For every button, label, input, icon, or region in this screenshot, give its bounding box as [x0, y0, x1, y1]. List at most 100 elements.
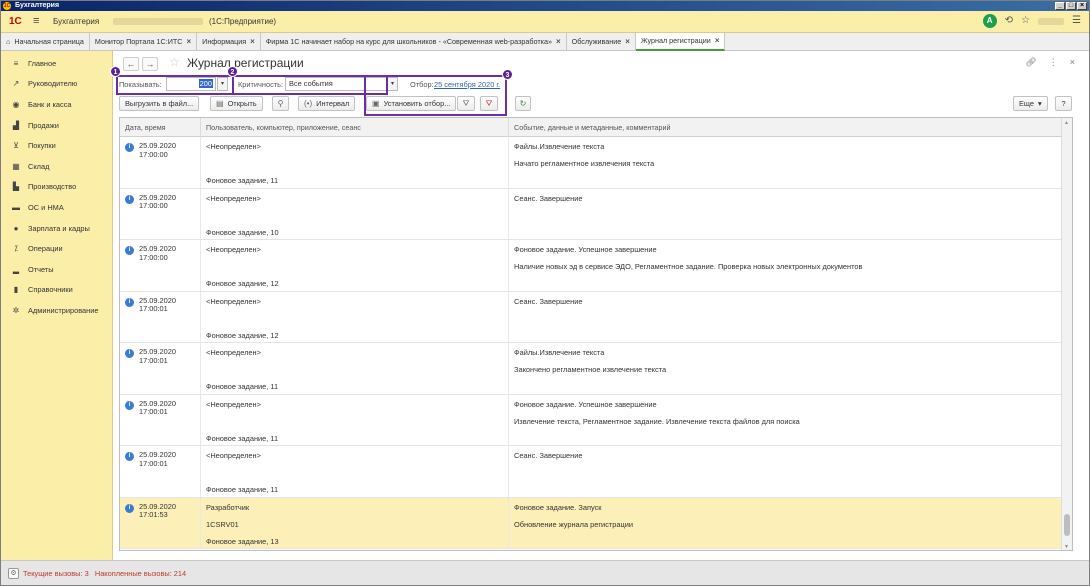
- tab-its-monitor[interactable]: Монитор Портала 1С:ИТС ×: [90, 33, 198, 51]
- sidebar-item-fixed-assets[interactable]: ▬ ОС и НМА: [1, 197, 112, 218]
- table-row[interactable]: i 25.09.2020 17:00:01 <Неопределен> Фонов…: [120, 394, 1062, 446]
- close-tab-icon[interactable]: ×: [625, 33, 630, 51]
- sidebar-item-payroll[interactable]: ● Зарплата и кадры: [1, 218, 112, 239]
- search-button[interactable]: ⚲: [272, 96, 289, 111]
- table-row[interactable]: i 25.09.2020 17:00:00 <Неопределен> Фонов…: [120, 137, 1062, 189]
- app-name: Бухгалтерия: [53, 17, 100, 26]
- row-session: Фоновое задание, 12: [206, 279, 279, 288]
- close-tab-icon[interactable]: ×: [186, 33, 191, 51]
- scroll-down-icon[interactable]: ▼: [1064, 544, 1069, 550]
- interval-button[interactable]: (•) Интервал: [298, 96, 356, 111]
- header-tools: A ⟲ ☆ ☰: [982, 14, 1081, 28]
- window-titlebar: 1C Бухгалтерия _ □ ×: [1, 1, 1089, 11]
- user-name-redacted[interactable]: [1038, 17, 1065, 25]
- notification-bell-icon[interactable]: A: [982, 14, 997, 28]
- page-title: Журнал регистрации: [187, 56, 304, 70]
- infobase-name-redacted: [113, 18, 203, 25]
- row-user: <Неопределен>: [206, 451, 261, 460]
- info-icon: i: [125, 143, 134, 152]
- minimize-button[interactable]: _: [1055, 2, 1065, 10]
- back-arrow-icon[interactable]: ←: [123, 57, 139, 71]
- table-row[interactable]: i 25.09.2020 17:00:00 <Неопределен> Фонов…: [120, 240, 1062, 292]
- tab-news[interactable]: Фирма 1С начинает набор на курс для школ…: [261, 33, 567, 51]
- sidebar-item-label: Главное: [28, 58, 57, 68]
- tab-maintenance[interactable]: Обслуживание ×: [567, 33, 636, 51]
- brand-logo: 1С: [9, 16, 22, 27]
- scroll-up-icon[interactable]: ▲: [1064, 120, 1069, 126]
- sidebar-item-operations[interactable]: ⁒ Операции: [1, 238, 112, 259]
- tab-label: Фирма 1С начинает набор на курс для школ…: [265, 37, 552, 46]
- tab-label: Журнал регистрации: [640, 36, 711, 45]
- window-controls: _ □ ×: [1055, 2, 1087, 10]
- row-event: Файлы.Извлечение текста: [514, 142, 605, 151]
- sidebar-item-catalogs[interactable]: ▮ Справочники: [1, 280, 112, 301]
- row-user: <Неопределен>: [206, 245, 261, 254]
- close-tab-icon[interactable]: ×: [556, 33, 561, 51]
- performance-icon[interactable]: ⚙: [8, 568, 19, 579]
- row-data: Начато регламентное извлечения текста: [514, 159, 655, 168]
- form-area: ← → ☆ Журнал регистрации 🔗︎ ⋮ × Показыва…: [110, 51, 1089, 560]
- filter-button[interactable]: ⛛: [457, 96, 475, 111]
- column-header-event[interactable]: Событие, данные и метаданные, комментари…: [509, 118, 1062, 137]
- link-icon[interactable]: 🔗︎: [1025, 57, 1036, 68]
- factory-icon: ▙: [12, 182, 20, 192]
- refresh-icon: ↻: [519, 99, 527, 108]
- row-datetime: 25.09.2020 17:01:53: [139, 501, 176, 519]
- sidebar-item-label: Администрирование: [28, 305, 99, 315]
- truck-icon: ▬: [12, 202, 20, 212]
- set-filter-button-label: Установить отбор...: [383, 99, 451, 108]
- sidebar-item-director[interactable]: ↗ Руководителю: [1, 74, 112, 95]
- close-tab-icon[interactable]: ×: [715, 32, 720, 50]
- settings-menu-icon[interactable]: ☰: [1072, 14, 1081, 28]
- forward-arrow-icon[interactable]: →: [142, 57, 158, 71]
- filter-form-icon: ▣: [372, 99, 380, 108]
- sidebar-item-sales[interactable]: ▟ Продажи: [1, 115, 112, 136]
- export-button[interactable]: Выгрузить в файл...: [119, 96, 200, 111]
- row-user: <Неопределен>: [206, 193, 261, 203]
- clear-filter-button[interactable]: ⛛: [480, 96, 498, 111]
- tab-label: Информация: [202, 37, 247, 46]
- open-button[interactable]: ▤ Открыть: [210, 96, 263, 111]
- close-window-button[interactable]: ×: [1077, 2, 1087, 10]
- table-row-selected[interactable]: i 25.09.2020 17:01:53 Разработчик 1CSRV01…: [120, 497, 1062, 549]
- refresh-button[interactable]: ↻: [515, 96, 531, 111]
- favorite-star-icon[interactable]: ☆: [169, 55, 180, 69]
- scrollbar-thumb[interactable]: [1064, 514, 1070, 536]
- sidebar-item-administration[interactable]: ✲ Администрирование: [1, 300, 112, 321]
- more-button[interactable]: Еще ▾: [1013, 96, 1048, 111]
- maximize-button[interactable]: □: [1066, 2, 1076, 10]
- callout-number-1: 1: [110, 66, 121, 77]
- row-datetime: 25.09.2020 17:00:00: [139, 192, 176, 210]
- sidebar-item-reports[interactable]: ▂ Отчеты: [1, 259, 112, 280]
- close-tab-icon[interactable]: ×: [250, 33, 255, 51]
- column-header-datetime[interactable]: Дата, время: [120, 118, 201, 137]
- main-menu-icon[interactable]: ≡: [33, 15, 39, 27]
- callout-box-1: [116, 75, 234, 95]
- sidebar-item-label: Операции: [28, 244, 63, 254]
- sidebar-item-production[interactable]: ▙ Производство: [1, 177, 112, 198]
- tab-event-log[interactable]: Журнал регистрации ×: [635, 32, 726, 51]
- help-button[interactable]: ?: [1055, 96, 1072, 111]
- vertical-scrollbar[interactable]: ▲ ▼: [1061, 118, 1072, 550]
- funnel-clear-icon: ⛛: [485, 99, 493, 108]
- table-row[interactable]: i 25.09.2020 17:00:01 <Неопределен> Фонов…: [120, 446, 1062, 498]
- table-row[interactable]: i 25.09.2020 17:00:01 <Неопределен> Фонов…: [120, 343, 1062, 395]
- favorites-star-icon[interactable]: ☆: [1021, 14, 1030, 28]
- app-logo-icon: 1C: [3, 2, 11, 10]
- sidebar-item-bank[interactable]: ◉ Банк и касса: [1, 94, 112, 115]
- column-header-user[interactable]: Пользователь, компьютер, приложение, сеа…: [201, 118, 509, 137]
- sidebar-item-purchases[interactable]: ⊻ Покупки: [1, 135, 112, 156]
- history-icon[interactable]: ⟲: [1005, 14, 1013, 28]
- person-icon: ●: [13, 223, 19, 233]
- close-form-icon[interactable]: ×: [1070, 57, 1075, 68]
- table-row[interactable]: i 25.09.2020 17:00:01 <Неопределен> Фонов…: [120, 291, 1062, 343]
- tab-information[interactable]: Информация ×: [197, 33, 261, 51]
- sidebar-item-main[interactable]: ≡ Главное: [1, 53, 112, 74]
- sidebar-item-label: Производство: [28, 182, 77, 192]
- callout-number-2: 2: [227, 66, 238, 77]
- more-actions-icon[interactable]: ⋮: [1049, 57, 1058, 68]
- tab-home[interactable]: ⌂ Начальная страница: [1, 33, 90, 51]
- table-row[interactable]: i 25.09.2020 17:00:00 <Неопределен> Фонов…: [120, 188, 1062, 240]
- set-filter-button[interactable]: ▣ Установить отбор...: [366, 96, 457, 111]
- sidebar-item-warehouse[interactable]: ▦ Склад: [1, 156, 112, 177]
